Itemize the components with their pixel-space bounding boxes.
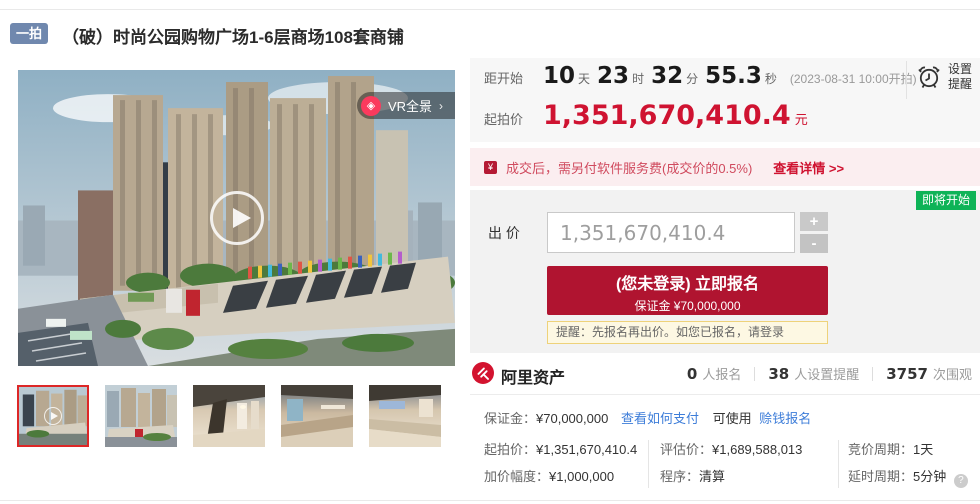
view-count-label: 次围观 xyxy=(933,364,972,383)
view-count: 3757 xyxy=(886,365,928,383)
credit-signup-link[interactable]: 赊钱报名 xyxy=(759,411,811,426)
set-reminder-button[interactable]: 设置 提醒 xyxy=(916,62,972,92)
increase-bid-button[interactable]: + xyxy=(800,212,828,231)
detail-label: 延时周期： xyxy=(848,469,913,484)
start-price-row: 起拍价 1,351,670,410.4 元 xyxy=(484,100,808,131)
reminder-count-label: 人设置提醒 xyxy=(794,364,859,383)
countdown-seconds: 55.3 xyxy=(705,63,762,89)
detail-label: 加价幅度： xyxy=(484,469,549,484)
bid-stepper: + - xyxy=(800,212,828,253)
countdown-hours: 23 xyxy=(597,63,629,89)
page-title: （破）时尚公园购物广场1-6层商场108套商铺 xyxy=(62,23,404,48)
bidding-cycle-detail: 竞价周期：1天 xyxy=(848,439,933,458)
status-badge: 即将开始 xyxy=(916,191,976,210)
countdown-minutes-unit: 分 xyxy=(686,70,698,87)
set-reminder-label: 设置 提醒 xyxy=(948,62,972,92)
start-price-detail: 起拍价：¥1,351,670,410.4 xyxy=(484,439,637,458)
decrease-bid-button[interactable]: - xyxy=(800,234,828,253)
how-to-pay-link[interactable]: 查看如何支付 xyxy=(621,411,699,426)
detail-value: 5分钟 xyxy=(913,469,946,484)
bid-hint: 提醒：先报名再出价。如您已报名，请登录 xyxy=(547,321,828,344)
thumbnail-aerial-image xyxy=(105,385,177,447)
deposit-row: 保证金：¥70,000,000 查看如何支付 可使用 赊钱报名 xyxy=(484,408,811,427)
vr-label: VR全景 xyxy=(388,96,432,115)
countdown-days-unit: 天 xyxy=(578,70,590,87)
column-divider xyxy=(838,440,839,488)
reminder-count: 38 xyxy=(768,365,789,383)
view-details-link[interactable]: 查看详情 >> xyxy=(773,158,844,177)
deposit-value: ¥70,000,000 xyxy=(536,411,608,426)
property-photo[interactable]: ◈ VR全景 › xyxy=(18,70,455,366)
signup-button-title: (您未登录) 立即报名 xyxy=(547,270,828,294)
countdown-label: 距开始 xyxy=(484,68,523,87)
deposit-label: 保证金： xyxy=(484,411,536,426)
seller-name[interactable]: 阿里资产 xyxy=(501,364,565,388)
ali-assets-logo-icon xyxy=(472,362,494,384)
detail-label: 评估价： xyxy=(660,442,712,457)
countdown-minutes: 32 xyxy=(651,63,683,89)
start-price-value: 1,351,670,410.4 xyxy=(543,100,791,131)
detail-value: 1天 xyxy=(913,442,933,457)
countdown-days: 10 xyxy=(543,63,575,89)
increment-detail: 加价幅度：¥1,000,000 xyxy=(484,466,614,485)
fee-notice-text: 成交后，需另付软件服务费(成交价的0.5%) xyxy=(506,158,752,177)
bid-panel: 即将开始 出 价 + - (您未登录) 立即报名 保证金 ¥70,000,000… xyxy=(470,190,980,353)
thumbnail-aerial[interactable] xyxy=(105,385,177,447)
signup-count: 0 xyxy=(687,365,697,383)
fee-icon: ¥ xyxy=(484,161,497,174)
appraisal-price-detail: 评估价：¥1,689,588,013 xyxy=(660,439,802,458)
auction-stats: 0 人报名 38 人设置提醒 3757 次围观 xyxy=(687,364,972,383)
chevron-right-icon: › xyxy=(439,99,443,113)
detail-value: ¥1,351,670,410.4 xyxy=(536,442,637,457)
detail-value: ¥1,689,588,013 xyxy=(712,442,802,457)
signup-button[interactable]: (您未登录) 立即报名 保证金 ¥70,000,000 xyxy=(547,266,828,315)
start-price-label: 起拍价 xyxy=(484,109,523,128)
detail-value: ¥1,000,000 xyxy=(549,469,614,484)
alarm-clock-icon xyxy=(916,64,942,90)
start-time-note: (2023-08-31 10:00开拍) xyxy=(790,70,917,87)
vr-icon: ◈ xyxy=(361,96,381,116)
vertical-divider xyxy=(906,61,907,99)
delay-cycle-detail: 延时周期：5分钟 ? xyxy=(848,466,968,488)
signup-button-deposit: 保证金 ¥70,000,000 xyxy=(547,297,828,314)
detail-label: 程序： xyxy=(660,469,699,484)
start-price-unit: 元 xyxy=(795,109,808,128)
stat-divider xyxy=(872,367,873,381)
vr-panorama-button[interactable]: ◈ VR全景 › xyxy=(357,92,455,119)
countdown-hours-unit: 时 xyxy=(632,70,644,87)
help-icon[interactable]: ? xyxy=(954,474,968,488)
deposit-mid-text: 可使用 xyxy=(713,411,752,426)
thumbnail-interior-image xyxy=(281,385,353,447)
thumbnail-video[interactable] xyxy=(17,385,89,447)
bid-amount-input[interactable] xyxy=(547,212,795,253)
thumbnail-play-icon xyxy=(44,407,62,425)
thumbnail-interior-image xyxy=(369,385,441,447)
procedure-detail: 程序：清算 xyxy=(660,466,725,485)
column-divider xyxy=(648,440,649,488)
detail-value: 清算 xyxy=(699,469,725,484)
bid-label: 出 价 xyxy=(488,223,520,243)
lot-round-badge: 一拍 xyxy=(10,23,48,44)
bottom-divider xyxy=(0,500,980,501)
horizontal-divider xyxy=(470,394,980,395)
video-play-button[interactable] xyxy=(210,191,264,245)
top-divider xyxy=(0,9,980,10)
detail-label: 起拍价： xyxy=(484,442,536,457)
signup-count-label: 人报名 xyxy=(702,364,741,383)
service-fee-notice: ¥ 成交后，需另付软件服务费(成交价的0.5%) 查看详情 >> xyxy=(470,148,980,186)
detail-label: 竞价周期： xyxy=(848,442,913,457)
thumbnail-interior-image xyxy=(193,385,265,447)
countdown-seconds-unit: 秒 xyxy=(765,70,777,87)
stat-divider xyxy=(754,367,755,381)
thumbnail-interior[interactable] xyxy=(281,385,353,447)
thumbnail-interior[interactable] xyxy=(369,385,441,447)
countdown: 距开始 10 天 23 时 32 分 55.3 秒 (2023-08-31 10… xyxy=(484,63,917,89)
thumbnail-strip xyxy=(17,385,441,447)
thumbnail-interior[interactable] xyxy=(193,385,265,447)
